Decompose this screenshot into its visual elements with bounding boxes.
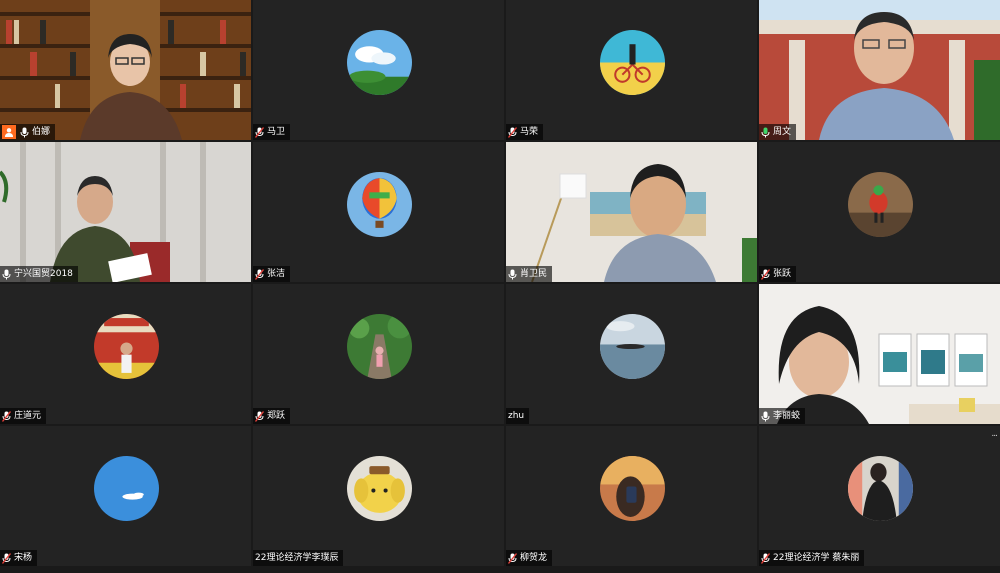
microphone-muted-icon — [761, 552, 770, 564]
participant-name: 伯娜 — [32, 127, 51, 137]
participant-name-tag: 宋杨 — [0, 550, 38, 566]
microphone-on-icon — [761, 411, 770, 422]
microphone-muted-icon — [761, 268, 770, 280]
participant-tile-xiaoweimin[interactable]: 肖卫民 — [506, 142, 757, 282]
avatar — [847, 172, 913, 237]
participant-name-tag: 宁兴国贸2018 — [0, 266, 78, 282]
participant-tile-songyang[interactable]: 宋杨 — [0, 426, 251, 566]
participant-tile-boba[interactable]: 伯娜 — [0, 0, 251, 140]
participant-tile-liliyao[interactable]: 李丽蛟 — [759, 284, 1000, 424]
microphone-on-icon — [508, 269, 517, 280]
participant-name-tag: 张跃 — [759, 266, 797, 282]
video-feed-bookshelf — [0, 0, 251, 140]
avatar — [346, 314, 412, 379]
microphone-muted-icon — [255, 268, 264, 280]
participant-name-tag: 肖卫民 — [506, 266, 553, 282]
participant-tile-zhu[interactable]: zhu — [506, 284, 757, 424]
participant-tile-lipuchen[interactable]: 22理论经济学李璞辰 — [253, 426, 504, 566]
avatar — [847, 456, 913, 521]
participant-tile-zhuangdaoyuan[interactable]: 庄道元 — [0, 284, 251, 424]
microphone-on-icon — [2, 269, 11, 280]
participant-name-tag: 庄道元 — [0, 408, 47, 424]
participant-name-tag: 马卫 — [253, 124, 291, 140]
more-options-icon[interactable]: ... — [991, 430, 998, 439]
video-feed-home-wall — [759, 284, 1000, 424]
participant-name-tag: 22理论经济学 蔡朱丽 — [759, 550, 865, 566]
participant-name: 张跃 — [773, 269, 792, 279]
participant-name: 马荣 — [520, 127, 539, 137]
participant-name-tag: 马荣 — [506, 124, 544, 140]
participant-tile-zhouwen[interactable]: 周文 — [759, 0, 1000, 140]
video-grid: 伯娜 马卫 马荣 周文 宁兴国贸2018 张洁 肖卫民 张跃 庄道元 郑跃 zh… — [0, 0, 1000, 573]
participant-name: 22理论经济学 蔡朱丽 — [773, 553, 860, 563]
avatar — [93, 314, 159, 379]
avatar — [599, 30, 665, 95]
participant-name-tag: 伯娜 — [0, 124, 56, 140]
microphone-muted-icon — [508, 552, 517, 564]
participant-tile-ningxing[interactable]: 宁兴国贸2018 — [0, 142, 251, 282]
video-feed-office — [0, 142, 251, 282]
video-feed-campus-gate — [759, 0, 1000, 140]
participant-tile-zhengyue[interactable]: 郑跃 — [253, 284, 504, 424]
participant-name: 庄道元 — [14, 411, 42, 421]
microphone-muted-icon — [508, 126, 517, 138]
avatar — [599, 314, 665, 379]
participant-tile-mawei[interactable]: 马卫 — [253, 0, 504, 140]
participant-name-tag: 周文 — [759, 124, 797, 140]
avatar — [346, 30, 412, 95]
microphone-muted-icon — [2, 552, 11, 564]
participant-name-tag: 张洁 — [253, 266, 291, 282]
microphone-muted-icon — [255, 126, 264, 138]
participant-name-tag: 柳贺龙 — [506, 550, 553, 566]
participant-name: 22理论经济学李璞辰 — [255, 553, 339, 563]
microphone-on-icon — [20, 127, 29, 138]
avatar — [346, 456, 412, 521]
participant-name: 李丽蛟 — [773, 411, 801, 421]
participant-name: 宋杨 — [14, 553, 33, 563]
participant-name: 周文 — [773, 127, 792, 137]
host-badge-icon — [2, 125, 16, 139]
participant-name-tag: zhu — [506, 408, 530, 424]
participant-tile-caizhuli[interactable]: ... 22理论经济学 蔡朱丽 — [759, 426, 1000, 566]
participant-name-tag: 李丽蛟 — [759, 408, 806, 424]
participant-tile-zhangyue[interactable]: 张跃 — [759, 142, 1000, 282]
microphone-muted-icon — [255, 410, 264, 422]
participant-name: 张洁 — [267, 269, 286, 279]
participant-name: zhu — [508, 411, 525, 421]
avatar — [346, 172, 412, 237]
microphone-on-icon — [761, 127, 770, 138]
participant-name-tag: 郑跃 — [253, 408, 291, 424]
participant-name: 郑跃 — [267, 411, 286, 421]
participant-name-tag: 22理论经济学李璞辰 — [253, 550, 344, 566]
video-feed-living-room — [506, 142, 757, 282]
participant-name: 肖卫民 — [520, 269, 548, 279]
participant-tile-liuhelong[interactable]: 柳贺龙 — [506, 426, 757, 566]
participant-name: 马卫 — [267, 127, 286, 137]
avatar — [93, 456, 159, 521]
participant-tile-zhangjie[interactable]: 张洁 — [253, 142, 504, 282]
avatar — [599, 456, 665, 521]
participant-name: 柳贺龙 — [520, 553, 548, 563]
participant-name: 宁兴国贸2018 — [14, 269, 73, 279]
participant-tile-marong[interactable]: 马荣 — [506, 0, 757, 140]
microphone-muted-icon — [2, 410, 11, 422]
